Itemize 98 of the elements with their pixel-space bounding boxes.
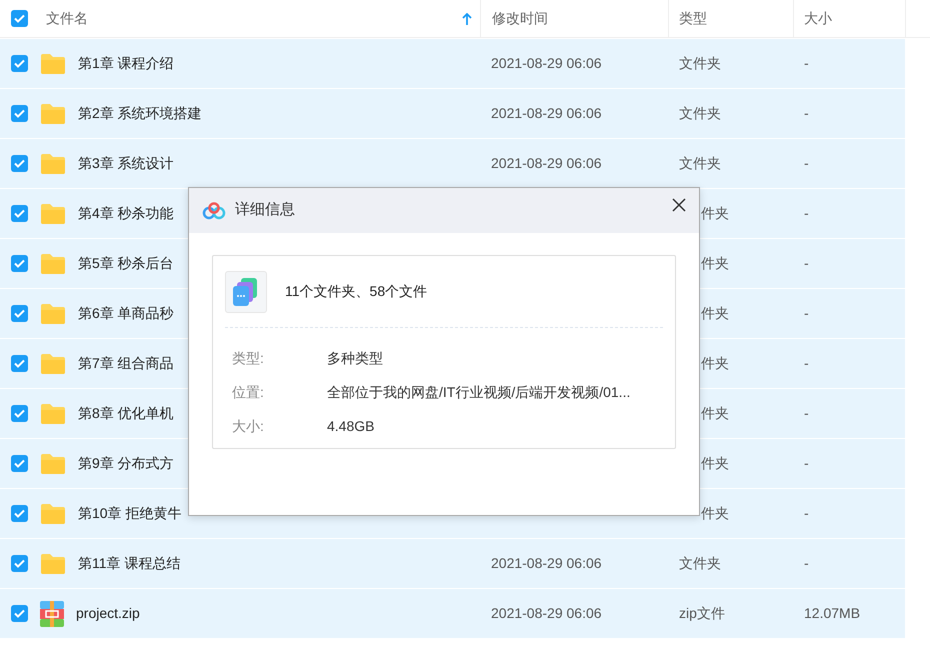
checkmark-icon — [14, 309, 24, 318]
checkmark-icon — [14, 459, 24, 468]
folder-icon — [40, 152, 66, 174]
file-size: - — [804, 255, 809, 271]
file-type: 件夹 — [701, 304, 729, 323]
file-row[interactable]: 第11章 课程总结 2021-08-29 06:06 文件夹 - — [0, 539, 905, 588]
checkbox[interactable] — [10, 105, 28, 122]
checkmark-icon — [14, 14, 24, 23]
file-row[interactable]: 第1章 课程介绍 2021-08-29 06:06 文件夹 - — [0, 39, 905, 88]
file-type: 件夹 — [701, 254, 729, 273]
file-name: 第3章 系统设计 — [78, 154, 174, 173]
file-name: 第2章 系统环境搭建 — [78, 104, 202, 123]
file-name: 第1章 课程介绍 — [78, 54, 174, 73]
modified-date: 2021-08-29 06:06 — [491, 155, 602, 171]
field-value: 4.48GB — [327, 417, 374, 436]
folder-icon — [40, 302, 66, 324]
file-size: - — [804, 155, 809, 171]
checkbox[interactable] — [10, 355, 28, 372]
file-type: 件夹 — [701, 204, 729, 223]
file-row[interactable]: 第3章 系统设计 2021-08-29 06:06 文件夹 - — [0, 139, 905, 188]
file-type: 件夹 — [701, 404, 729, 423]
folder-icon — [40, 102, 66, 124]
folder-icon — [40, 52, 66, 74]
file-size: - — [804, 355, 809, 371]
folder-icon — [40, 552, 66, 574]
file-type: 件夹 — [701, 354, 729, 373]
modified-date: 2021-08-29 06:06 — [491, 605, 602, 621]
field-value: 多种类型 — [327, 349, 383, 368]
file-name: 第6章 单商品秒 — [78, 304, 174, 323]
checkmark-icon — [14, 159, 24, 168]
folder-icon — [40, 202, 66, 224]
checkbox[interactable] — [10, 255, 28, 272]
file-name: 第7章 组合商品 — [78, 354, 174, 373]
checkbox[interactable] — [10, 505, 28, 522]
checkbox[interactable] — [10, 405, 28, 422]
column-header[interactable]: 大小 — [794, 0, 906, 37]
column-header[interactable]: 修改时间 — [481, 0, 669, 37]
file-type: 件夹 — [701, 504, 729, 523]
file-size: - — [804, 205, 809, 221]
checkmark-icon — [14, 359, 24, 368]
column-header[interactable]: 类型 — [669, 0, 794, 37]
selection-summary: 11个文件夹、58个文件 — [285, 282, 428, 301]
file-name: 第10章 拒绝黄牛 — [78, 504, 182, 523]
file-name: 第5章 秒杀后台 — [78, 254, 174, 273]
modified-date: 2021-08-29 06:06 — [491, 555, 602, 571]
file-size: - — [804, 305, 809, 321]
checkmark-icon — [14, 609, 24, 618]
file-size: 12.07MB — [804, 605, 860, 621]
file-type: 文件夹 — [678, 555, 721, 571]
file-type: 件夹 — [701, 454, 729, 473]
file-size: - — [804, 455, 809, 471]
file-type: zip文件 — [678, 605, 725, 621]
file-row[interactable]: 第2章 系统环境搭建 2021-08-29 06:06 文件夹 - — [0, 89, 905, 138]
folder-icon — [40, 252, 66, 274]
checkmark-icon — [14, 109, 24, 118]
checkmark-icon — [14, 509, 24, 518]
file-type: 文件夹 — [678, 105, 721, 121]
modified-date: 2021-08-29 06:06 — [491, 55, 602, 71]
field-label: 大小: — [232, 417, 265, 436]
checkmark-icon — [14, 259, 24, 268]
file-row[interactable]: project.zip 2021-08-29 06:06 zip文件 12.07MB — [0, 589, 905, 638]
file-name: 第11章 课程总结 — [78, 554, 180, 573]
checkbox[interactable] — [10, 55, 28, 72]
field-value: 全部位于我的网盘/IT行业视频/后端开发视频/01... — [327, 383, 630, 402]
checkbox[interactable] — [10, 455, 28, 472]
dialog-title: 详细信息 — [235, 200, 295, 220]
file-name: project.zip — [76, 604, 140, 623]
folder-icon — [40, 502, 66, 524]
archive-icon — [40, 600, 64, 626]
file-size: - — [804, 105, 809, 121]
checkmark-icon — [14, 559, 24, 568]
field-label: 类型: — [232, 349, 265, 368]
file-size: - — [804, 505, 809, 521]
checkbox[interactable] — [10, 10, 28, 27]
folder-icon — [40, 352, 66, 374]
file-size: - — [804, 405, 809, 421]
checkmark-icon — [14, 59, 24, 68]
checkbox[interactable] — [10, 605, 28, 622]
folder-icon — [40, 402, 66, 424]
column-header[interactable]: 文件名 — [37, 0, 481, 37]
file-name: 第9章 分布式方 — [78, 454, 174, 473]
field-label: 位置: — [232, 383, 265, 402]
cloud-logo-icon — [202, 202, 226, 220]
checkbox[interactable] — [10, 205, 28, 222]
checkmark-icon — [14, 209, 24, 218]
checkbox[interactable] — [10, 305, 28, 322]
file-size: - — [804, 55, 809, 71]
checkbox[interactable] — [10, 155, 28, 172]
checkbox[interactable] — [10, 555, 28, 572]
files-stack-icon — [225, 270, 267, 312]
file-type: 文件夹 — [678, 155, 721, 171]
modified-date: 2021-08-29 06:06 — [491, 105, 602, 121]
file-size: - — [804, 555, 809, 571]
file-type: 文件夹 — [678, 55, 721, 71]
file-name: 第8章 优化单机 — [78, 404, 174, 423]
folder-icon — [40, 452, 66, 474]
file-name: 第4章 秒杀功能 — [78, 204, 174, 223]
checkmark-icon — [14, 409, 24, 418]
